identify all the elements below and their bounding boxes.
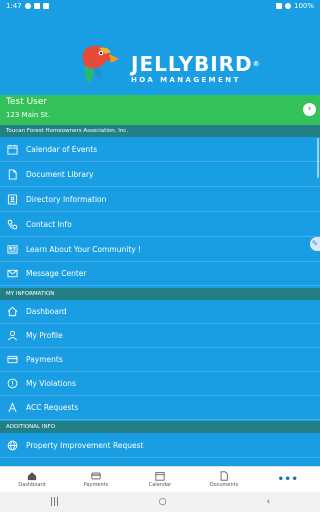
- status-time: 1:47: [6, 2, 22, 10]
- app-header: JELLYBIRD® HOA MANAGEMENT: [0, 12, 320, 95]
- menu-item-directory[interactable]: Directory Information: [0, 188, 320, 212]
- nav-documents-label: Documents: [209, 482, 239, 488]
- menu-item-label: Message Center: [26, 269, 87, 278]
- user-address: 123 Main St.: [6, 111, 50, 119]
- document-icon: [220, 471, 228, 481]
- user-name: Test User: [6, 97, 48, 107]
- menu-item-label: Learn About Your Community !: [26, 245, 142, 254]
- edit-pencil-icon[interactable]: ✎: [310, 237, 320, 251]
- menu-item-calendar[interactable]: Calendar of Events: [0, 138, 320, 162]
- menu-item-label: Directory Information: [26, 195, 107, 204]
- menu-item-label: Document Library: [26, 170, 94, 179]
- additional-info-header: ADDITIONAL INFO: [0, 421, 320, 433]
- menu-item-property-improvement[interactable]: Property Improvement Request: [0, 434, 320, 458]
- calendar-icon: [6, 144, 18, 156]
- contact-card-icon: [6, 194, 18, 206]
- bluetooth-icon: [275, 3, 282, 9]
- system-navigation-bar: ||| ○ ‹: [0, 492, 320, 512]
- brand-subtitle: HOA MANAGEMENT: [131, 75, 241, 84]
- menu-item-label: My Violations: [26, 379, 76, 388]
- menu-item-dashboard[interactable]: Dashboard: [0, 300, 320, 324]
- home-icon: [6, 306, 18, 318]
- menu-item-label: Property Improvement Request: [26, 441, 144, 450]
- menu-item-my-profile[interactable]: My Profile: [0, 324, 320, 348]
- battery-level: 100%: [293, 2, 314, 10]
- document-icon: [6, 169, 18, 181]
- nav-documents[interactable]: Documents: [192, 467, 256, 492]
- menu-item-document-library[interactable]: Document Library: [0, 163, 320, 187]
- person-icon: [6, 330, 18, 342]
- menu-item-label: ACC Requests: [26, 403, 79, 412]
- menu-item-contact-info[interactable]: Contact Info: [0, 213, 320, 237]
- home-icon: [27, 472, 37, 481]
- globe-icon: [6, 440, 18, 452]
- notification-icon: [42, 3, 49, 9]
- recents-icon[interactable]: |||: [50, 497, 59, 507]
- phone-icon: [6, 219, 18, 231]
- credit-card-icon: [91, 472, 101, 480]
- alert-icon: [6, 378, 18, 390]
- mail-icon: [6, 268, 18, 280]
- menu-item-label: Contact Info: [26, 220, 72, 229]
- menu-item-my-violations[interactable]: My Violations: [0, 372, 320, 396]
- architecture-icon: [6, 402, 18, 414]
- more-dots-icon: •••: [277, 474, 299, 485]
- nav-payments-label: Payments: [83, 482, 109, 488]
- nav-more[interactable]: •••: [256, 467, 320, 492]
- nav-dashboard[interactable]: Dashboard: [0, 467, 64, 492]
- bird-logo-icon: [77, 40, 123, 90]
- nav-calendar-label: Calendar: [148, 482, 172, 488]
- bottom-navigation: Dashboard Payments Calendar Documents ••…: [0, 466, 320, 492]
- calendar-icon: [155, 472, 165, 481]
- jellybird-logo: JELLYBIRD® HOA MANAGEMENT: [77, 45, 261, 90]
- menu-item-label: Calendar of Events: [26, 145, 98, 154]
- back-icon[interactable]: ‹: [266, 497, 270, 507]
- nav-dashboard-label: Dashboard: [18, 482, 46, 488]
- menu-item-label: Payments: [26, 355, 63, 364]
- status-bar: 1:47 100%: [0, 0, 320, 12]
- my-information-header: MY INFORMATION: [0, 288, 320, 300]
- association-header: Toucan Forest Homeowners Association, In…: [0, 125, 320, 137]
- nav-calendar[interactable]: Calendar: [128, 467, 192, 492]
- menu-item-learn-community[interactable]: Learn About Your Community !: [0, 238, 320, 262]
- menu-item-label: Dashboard: [26, 307, 67, 316]
- wifi-icon: [284, 3, 291, 9]
- notification-icon: [33, 3, 40, 9]
- newspaper-icon: [6, 244, 18, 256]
- notification-icon: [24, 3, 31, 9]
- nav-payments[interactable]: Payments: [64, 467, 128, 492]
- chevron-right-icon[interactable]: ›: [303, 103, 316, 116]
- brand-title: JELLYBIRD®: [131, 51, 261, 76]
- scrollbar-thumb[interactable]: [317, 138, 319, 178]
- menu-item-message-center[interactable]: Message Center: [0, 262, 320, 286]
- menu-item-acc-requests[interactable]: ACC Requests: [0, 396, 320, 420]
- menu-item-label: My Profile: [26, 331, 63, 340]
- home-circle-icon[interactable]: ○: [159, 497, 167, 507]
- menu-item-payments[interactable]: Payments: [0, 348, 320, 372]
- user-bar[interactable]: Test User 123 Main St. ›: [0, 95, 320, 125]
- credit-card-icon: [6, 354, 18, 366]
